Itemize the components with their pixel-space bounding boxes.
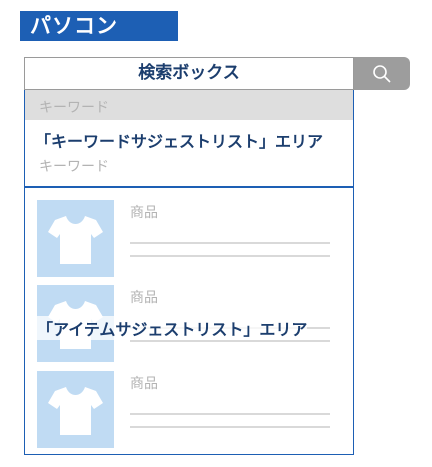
keyword-suggest-list: キーワード 「キーワードサジェストリスト」エリア キーワード [24,90,354,187]
search-input[interactable]: 検索ボックス [24,57,354,90]
item-text-line [130,255,330,257]
item-name: 商品 [130,376,158,392]
item-suggest-list: 商品 商品 商品 「アイテムサジェストリスト」エリア [24,187,354,455]
item-text-line [130,426,330,428]
section-badge: パソコン [20,11,178,41]
tshirt-icon [48,216,103,264]
item-thumbnail [37,371,114,448]
item-thumbnail [37,200,114,277]
item-name: 商品 [130,205,158,221]
item-name: 商品 [130,290,158,306]
keyword-text: キーワード [39,100,109,116]
item-suggest-item[interactable]: 商品 [37,200,337,280]
keyword-suggest-item[interactable]: キーワード [39,156,109,176]
search-icon [373,65,391,83]
item-text-line [130,413,330,415]
keyword-suggest-item[interactable]: キーワード [25,90,353,120]
keyword-suggest-area-label: 「キーワードサジェストリスト」エリア [35,132,324,151]
item-text-line [130,340,330,342]
tshirt-icon [48,387,103,435]
item-suggest-area-label: 「アイテムサジェストリスト」エリア [37,316,308,340]
item-suggest-item[interactable]: 商品 [37,371,337,451]
item-text-line [130,242,330,244]
search-button[interactable] [354,57,410,90]
